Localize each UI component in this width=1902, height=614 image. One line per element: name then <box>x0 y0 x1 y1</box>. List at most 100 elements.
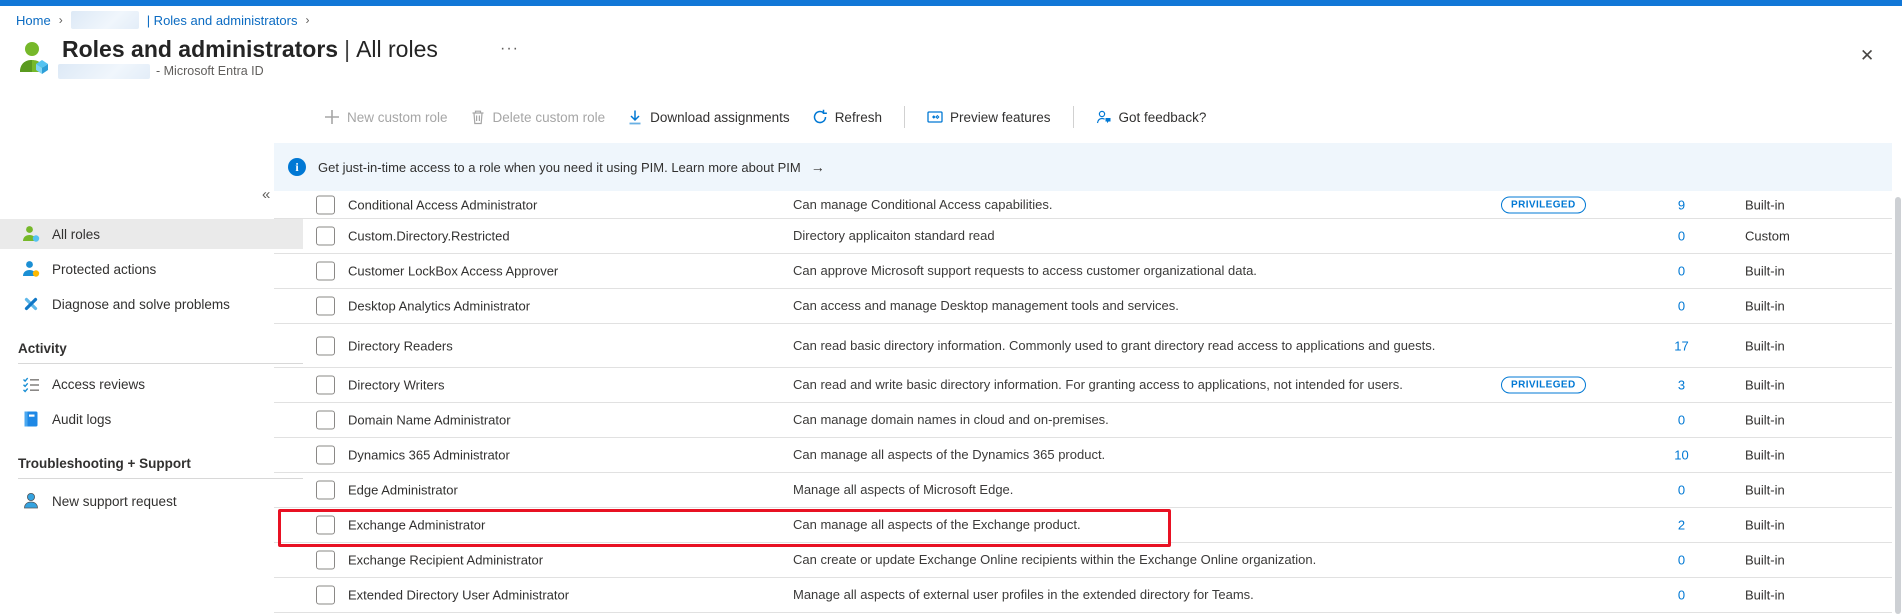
page-subtitle: - Microsoft Entra ID <box>156 64 264 78</box>
table-row[interactable]: Conditional Access Administrator Can man… <box>274 191 1892 219</box>
delete-custom-role-label: Delete custom role <box>493 110 606 125</box>
refresh-label: Refresh <box>835 110 882 125</box>
diagnose-tools-icon <box>22 295 40 313</box>
role-type: Built-in <box>1745 197 1865 212</box>
table-row[interactable]: Exchange Administrator Can manage all as… <box>274 508 1892 543</box>
role-name[interactable]: Extended Directory User Administrator <box>348 588 778 603</box>
table-row[interactable]: Directory Writers Can read and write bas… <box>274 368 1892 403</box>
role-description: Can manage Conditional Access capabiliti… <box>793 197 1465 213</box>
role-type: Built-in <box>1745 588 1865 603</box>
role-name[interactable]: Domain Name Administrator <box>348 413 778 428</box>
table-row[interactable]: Desktop Analytics Administrator Can acce… <box>274 289 1892 324</box>
role-name[interactable]: Desktop Analytics Administrator <box>348 299 778 314</box>
sidebar-item-label: Access reviews <box>52 377 145 392</box>
assignment-count-link[interactable]: 3 <box>1654 378 1709 393</box>
role-type: Built-in <box>1745 448 1865 463</box>
role-name[interactable]: Directory Readers <box>348 338 778 353</box>
role-type: Custom <box>1745 229 1865 244</box>
arrow-right-icon: → <box>811 159 825 175</box>
row-checkbox[interactable] <box>316 446 335 465</box>
role-description: Can manage all aspects of the Exchange p… <box>793 517 1465 533</box>
assignment-count-link[interactable]: 10 <box>1654 448 1709 463</box>
assignment-count-link[interactable]: 2 <box>1654 518 1709 533</box>
more-menu-button[interactable]: ··· <box>500 40 519 58</box>
breadcrumb: Home › | Roles and administrators › <box>16 10 309 30</box>
role-name[interactable]: Customer LockBox Access Approver <box>348 264 778 279</box>
role-name[interactable]: Conditional Access Administrator <box>348 197 778 212</box>
breadcrumb-home-link[interactable]: Home <box>16 13 51 28</box>
assignment-count-link[interactable]: 9 <box>1654 197 1709 212</box>
role-type: Built-in <box>1745 378 1865 393</box>
roles-blade-icon <box>18 40 52 76</box>
sidebar-item-audit-logs[interactable]: Audit logs <box>0 404 303 434</box>
role-description: Can approve Microsoft support requests t… <box>793 263 1465 279</box>
got-feedback-button[interactable]: Got feedback? <box>1096 109 1207 125</box>
sidebar-collapse-icon[interactable]: « <box>262 186 270 203</box>
sidebar-section-activity: Activity <box>18 341 67 356</box>
table-row[interactable]: Custom.Directory.Restricted Directory ap… <box>274 219 1892 254</box>
row-checkbox[interactable] <box>316 586 335 605</box>
role-description: Can access and manage Desktop management… <box>793 298 1465 314</box>
sidebar-item-access-reviews[interactable]: Access reviews <box>0 369 303 399</box>
role-name[interactable]: Custom.Directory.Restricted <box>348 229 778 244</box>
row-checkbox[interactable] <box>316 227 335 246</box>
new-custom-role-button[interactable]: New custom role <box>324 109 448 125</box>
sidebar-divider <box>18 363 303 364</box>
assignment-count-link[interactable]: 0 <box>1654 299 1709 314</box>
row-checkbox[interactable] <box>316 195 335 214</box>
access-reviews-icon <box>22 375 40 393</box>
role-description: Manage all aspects of Microsoft Edge. <box>793 482 1465 498</box>
role-description: Manage all aspects of external user prof… <box>793 587 1465 603</box>
delete-custom-role-button[interactable]: Delete custom role <box>470 109 606 125</box>
role-name[interactable]: Directory Writers <box>348 378 778 393</box>
download-assignments-button[interactable]: Download assignments <box>627 109 790 125</box>
sidebar-item-all-roles[interactable]: All roles <box>0 219 303 249</box>
row-checkbox[interactable] <box>316 336 335 355</box>
toolbar-separator <box>904 106 905 128</box>
row-checkbox[interactable] <box>316 551 335 570</box>
role-name[interactable]: Exchange Administrator <box>348 518 778 533</box>
assignment-count-link[interactable]: 0 <box>1654 588 1709 603</box>
table-row[interactable]: Dynamics 365 Administrator Can manage al… <box>274 438 1892 473</box>
download-icon <box>627 109 643 125</box>
assignment-count-link[interactable]: 0 <box>1654 553 1709 568</box>
pim-info-banner[interactable]: i Get just-in-time access to a role when… <box>274 143 1892 191</box>
preview-features-button[interactable]: Preview features <box>927 109 1051 125</box>
row-checkbox[interactable] <box>316 376 335 395</box>
role-name[interactable]: Dynamics 365 Administrator <box>348 448 778 463</box>
table-row[interactable]: Exchange Recipient Administrator Can cre… <box>274 543 1892 578</box>
roles-table: Conditional Access Administrator Can man… <box>274 191 1892 613</box>
row-checkbox[interactable] <box>316 262 335 281</box>
assignment-count-link[interactable]: 0 <box>1654 229 1709 244</box>
refresh-button[interactable]: Refresh <box>812 109 882 125</box>
breadcrumb-current-link[interactable]: | Roles and administrators <box>147 13 298 28</box>
vertical-scrollbar[interactable] <box>1895 197 1901 614</box>
redacted-tenant-name <box>71 11 139 29</box>
table-row[interactable]: Customer LockBox Access Approver Can app… <box>274 254 1892 289</box>
assignment-count-link[interactable]: 17 <box>1654 338 1709 353</box>
sidebar-item-diagnose[interactable]: Diagnose and solve problems <box>0 289 303 319</box>
assignment-count-link[interactable]: 0 <box>1654 264 1709 279</box>
sidebar-item-protected-actions[interactable]: Protected actions <box>0 254 303 284</box>
close-blade-icon[interactable]: ✕ <box>1860 46 1874 66</box>
sidebar-item-label: All roles <box>52 227 100 242</box>
role-type: Built-in <box>1745 553 1865 568</box>
table-row[interactable]: Extended Directory User Administrator Ma… <box>274 578 1892 613</box>
row-checkbox[interactable] <box>316 411 335 430</box>
role-name[interactable]: Edge Administrator <box>348 483 778 498</box>
role-name[interactable]: Exchange Recipient Administrator <box>348 553 778 568</box>
sidebar-divider <box>18 478 303 479</box>
sidebar: « All roles Protected actions Diagnose a… <box>0 86 310 614</box>
role-type: Built-in <box>1745 264 1865 279</box>
table-row[interactable]: Directory Readers Can read basic directo… <box>274 324 1892 368</box>
sidebar-item-new-support-request[interactable]: New support request <box>0 486 303 516</box>
row-checkbox[interactable] <box>316 297 335 316</box>
row-checkbox[interactable] <box>316 481 335 500</box>
table-row[interactable]: Edge Administrator Manage all aspects of… <box>274 473 1892 508</box>
table-row[interactable]: Domain Name Administrator Can manage dom… <box>274 403 1892 438</box>
row-checkbox[interactable] <box>316 516 335 535</box>
assignment-count-link[interactable]: 0 <box>1654 413 1709 428</box>
assignment-count-link[interactable]: 0 <box>1654 483 1709 498</box>
role-type: Built-in <box>1745 413 1865 428</box>
sidebar-item-label: New support request <box>52 494 177 509</box>
